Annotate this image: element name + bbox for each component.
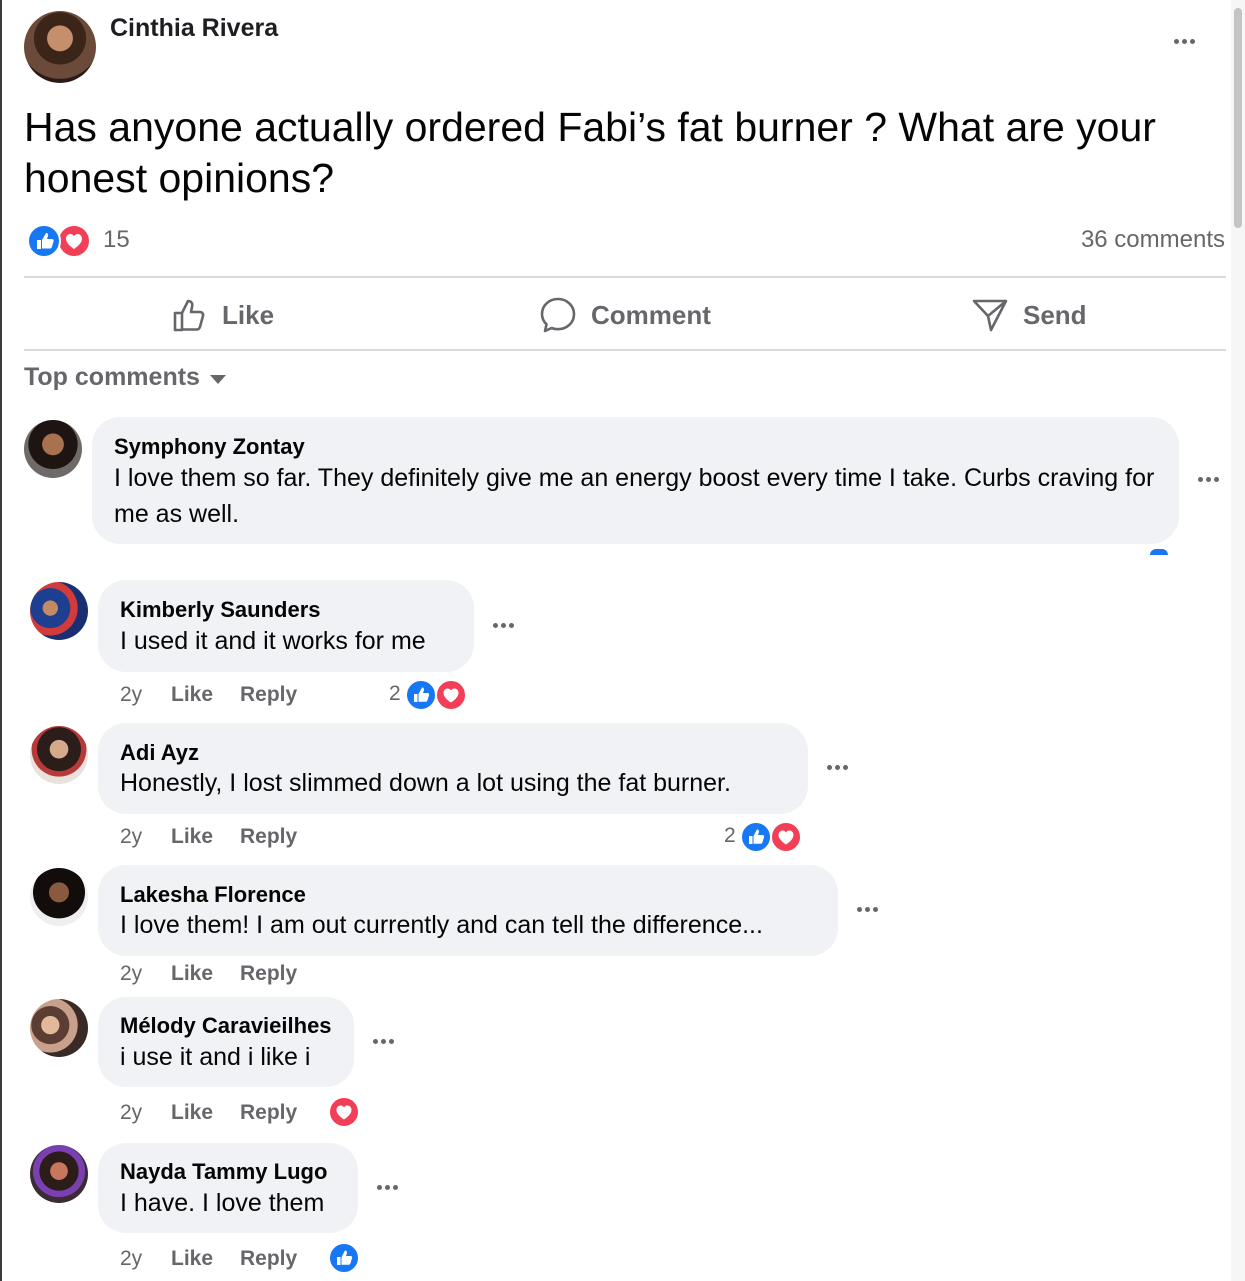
like-reaction-icon	[740, 821, 772, 853]
comment-author-name[interactable]: Nayda Tammy Lugo	[120, 1159, 327, 1185]
caret-down-icon	[209, 375, 226, 384]
send-button-label: Send	[1023, 299, 1087, 330]
like-reaction-icon	[328, 1242, 360, 1274]
comment-button[interactable]: Comment	[539, 290, 711, 340]
comment-more-options-icon[interactable]	[491, 614, 527, 638]
comment-more-options-icon[interactable]	[855, 898, 891, 922]
comment-reaction-count: 2	[724, 824, 736, 847]
comment-more-options-icon[interactable]	[825, 756, 861, 780]
comment-reply-button[interactable]: Reply	[240, 1247, 297, 1271]
comment-timestamp[interactable]: 2y	[120, 683, 171, 707]
send-icon	[972, 299, 1008, 332]
scrollbar-thumb[interactable]	[1234, 8, 1242, 228]
clipped-reaction-icon	[1150, 549, 1168, 555]
like-reaction-icon	[405, 679, 437, 711]
love-reaction-icon	[328, 1096, 360, 1128]
divider	[24, 276, 1226, 278]
comment-avatar[interactable]	[30, 868, 88, 926]
comment-author-name[interactable]: Symphony Zontay	[114, 434, 305, 460]
comment-timestamp[interactable]: 2y	[120, 1101, 171, 1125]
comment-timestamp[interactable]: 2y	[120, 1247, 171, 1271]
comment-text: I love them so far. They definitely give…	[114, 464, 1155, 528]
comment-avatar[interactable]	[24, 420, 82, 478]
comment-reply-button[interactable]: Reply	[240, 1101, 297, 1125]
thumbs-up-icon	[173, 299, 205, 332]
comment-sort-label: Top comments	[24, 363, 200, 391]
post-more-options-icon[interactable]	[1172, 24, 1214, 60]
comment-more-options-icon[interactable]	[371, 1030, 407, 1054]
comment-like-button[interactable]: Like	[171, 683, 240, 707]
comment-reactions[interactable]: 2	[724, 821, 804, 855]
comment-more-options-icon[interactable]	[1196, 468, 1232, 492]
comment-avatar[interactable]	[30, 726, 88, 784]
comment-timestamp[interactable]: 2y	[120, 962, 171, 986]
comment-reaction-count: 2	[389, 682, 401, 705]
love-reaction-icon	[435, 679, 467, 711]
comment-author-name[interactable]: Lakesha Florence	[120, 882, 306, 908]
comment-meta: 2y Like Reply	[120, 1101, 297, 1125]
comment-text: i use it and i like i	[120, 1043, 311, 1071]
post-reaction-count: 15	[103, 226, 130, 253]
comment-text: Honestly, I lost slimmed down a lot usin…	[120, 769, 731, 797]
post-text: Has anyone actually ordered Fabi’s fat b…	[24, 104, 1156, 201]
comment-like-button[interactable]: Like	[171, 825, 240, 849]
comment-like-button[interactable]: Like	[171, 962, 240, 986]
comment-reactions[interactable]	[328, 1242, 364, 1276]
like-button[interactable]: Like	[170, 290, 274, 340]
comment-text: I have. I love them	[120, 1189, 325, 1217]
window-edge	[0, 0, 2, 1281]
comment-meta: 2y Like Reply	[120, 683, 297, 707]
comment-reactions[interactable]	[328, 1096, 364, 1130]
comment-meta: 2y Like Reply	[120, 1247, 297, 1271]
comment-button-label: Comment	[591, 299, 711, 330]
comment-timestamp[interactable]: 2y	[120, 825, 171, 849]
comment-author-name[interactable]: Mélody Caravieilhes	[120, 1013, 332, 1039]
like-reaction-icon	[27, 224, 61, 258]
comment-avatar[interactable]	[30, 999, 88, 1057]
comment-reply-button[interactable]: Reply	[240, 962, 297, 986]
send-button[interactable]: Send	[971, 290, 1087, 340]
comment-text: I love them! I am out currently and can …	[120, 911, 763, 939]
divider	[24, 349, 1226, 351]
comment-avatar[interactable]	[30, 1145, 88, 1203]
comment-reactions[interactable]: 2	[389, 679, 469, 713]
love-reaction-icon	[57, 224, 91, 258]
comment-meta: 2y Like Reply	[120, 825, 297, 849]
post-author-name[interactable]: Cinthia Rivera	[110, 14, 278, 43]
comment-author-name[interactable]: Adi Ayz	[120, 740, 199, 766]
comment-avatar[interactable]	[30, 582, 88, 640]
like-button-label: Like	[222, 299, 275, 330]
comment-like-button[interactable]: Like	[171, 1247, 240, 1271]
comment-like-button[interactable]: Like	[171, 1101, 240, 1125]
comment-reply-button[interactable]: Reply	[240, 825, 297, 849]
comment-text: I used it and it works for me	[120, 627, 426, 655]
comment-reply-button[interactable]: Reply	[240, 683, 297, 707]
comment-sort-dropdown[interactable]: Top comments	[24, 363, 226, 392]
post-author-avatar[interactable]	[24, 11, 96, 83]
scrollbar[interactable]	[1231, 0, 1245, 1281]
comment-icon	[540, 297, 576, 333]
love-reaction-icon	[770, 821, 802, 853]
clipped-meta-row	[120, 562, 310, 568]
comments-count-link[interactable]: 36 comments	[1081, 226, 1225, 254]
comment-more-options-icon[interactable]	[375, 1176, 411, 1200]
comment-author-name[interactable]: Kimberly Saunders	[120, 597, 321, 623]
comment-meta: 2y Like Reply	[120, 962, 297, 986]
